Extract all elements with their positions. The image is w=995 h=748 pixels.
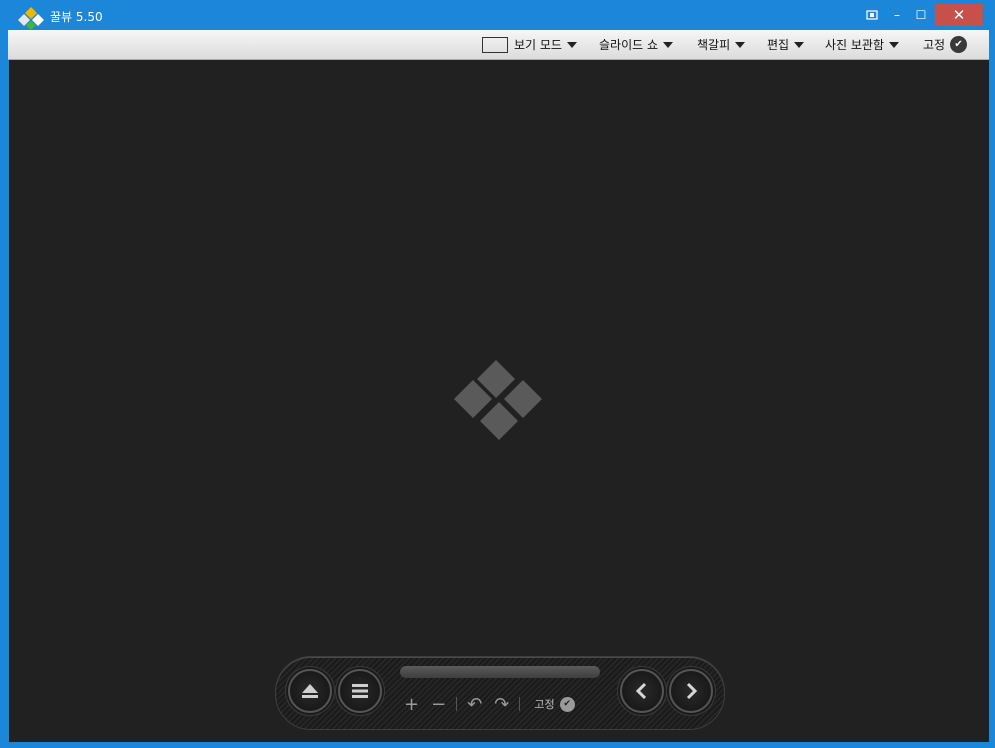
maximize-button[interactable]: ☐ [910,5,932,25]
menu-slideshow[interactable]: 슬라이드 쇼 [599,30,674,59]
eject-button[interactable] [288,669,332,713]
prev-button[interactable] [620,669,664,713]
chevron-down-icon [889,41,900,48]
screen-icon[interactable] [862,5,882,25]
image-viewer[interactable]: + − ↶ ↷ 고정 ✔ [9,60,989,742]
menu-bookmark-label: 책갈피 [697,38,731,52]
toolbar-controls: + − ↶ ↷ 고정 ✔ [400,693,575,715]
progress-bar[interactable] [400,666,600,678]
app-logo-icon [18,7,44,30]
menu-photo-storage[interactable]: 사진 보관함 [825,30,900,59]
next-icon [686,682,698,700]
chevron-down-icon [794,41,805,48]
menu-photo-storage-label: 사진 보관함 [825,38,885,52]
pin-label[interactable]: 고정 [534,696,554,712]
separator [519,697,521,711]
chevron-down-icon [663,41,674,48]
placeholder-logo-icon [454,360,542,440]
list-button[interactable] [338,669,382,713]
chevron-down-icon [566,41,577,48]
zoom-in-button[interactable]: + [404,694,419,715]
chevron-down-icon [735,41,746,48]
pin-check-icon[interactable]: ✔ [559,696,575,712]
pin-check-icon: ✔ [950,36,968,53]
menu-view-mode-label: 보기 모드 [514,38,562,52]
rotate-right-button[interactable]: ↷ [494,694,509,715]
prev-icon [635,682,647,700]
eject-icon [302,684,318,698]
rotate-left-button[interactable]: ↶ [467,694,482,715]
menu-pin[interactable]: 고정 ✔ [923,30,968,59]
menu-edit[interactable]: 편집 [767,30,805,59]
menu-view-mode[interactable]: 보기 모드 [482,30,577,59]
zoom-out-button[interactable]: − [431,694,446,715]
window-title: 꿀뷰 5.50 [50,10,103,24]
bottom-toolbar: + − ↶ ↷ 고정 ✔ [275,656,725,730]
minimize-button[interactable]: – [886,5,908,25]
menu-pin-label: 고정 [923,38,946,52]
menu-slideshow-label: 슬라이드 쇼 [599,38,659,52]
menu-bookmark[interactable]: 책갈피 [697,30,746,59]
list-icon [352,684,368,698]
title-bar: 꿀뷰 5.50 – ☐ ✕ [0,0,995,30]
menu-bar: 보기 모드 슬라이드 쇼 책갈피 편집 사진 보관함 고정 ✔ [8,30,989,60]
app-window: 꿀뷰 5.50 – ☐ ✕ 보기 모드 슬라이드 쇼 책갈피 편집 사진 보관함 [0,0,995,748]
view-mode-icon [482,36,508,53]
close-button[interactable]: ✕ [935,4,983,26]
next-button[interactable] [669,669,713,713]
separator [456,697,458,711]
menu-edit-label: 편집 [767,38,790,52]
